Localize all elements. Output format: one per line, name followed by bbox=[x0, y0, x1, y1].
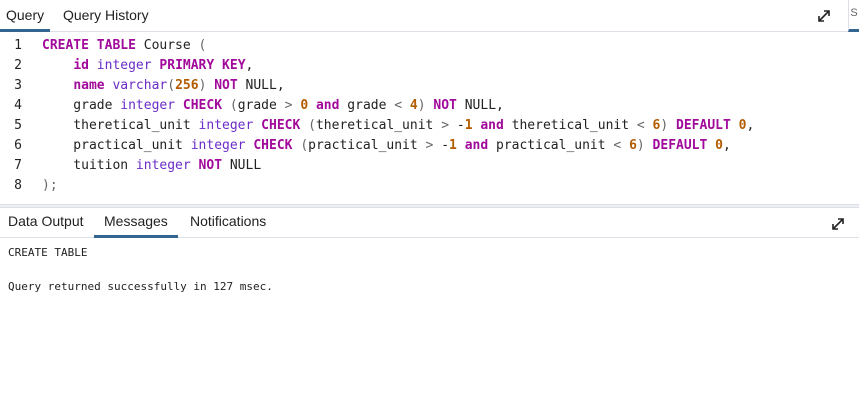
expand-icon[interactable] bbox=[815, 7, 833, 25]
line-number: 8 bbox=[14, 178, 22, 193]
code-line: id integer PRIMARY KEY, bbox=[73, 58, 254, 73]
tab-query[interactable]: Query bbox=[0, 0, 51, 32]
messages-output: CREATE TABLE Query returned successfully… bbox=[8, 244, 859, 295]
tab-messages[interactable]: Messages bbox=[94, 208, 178, 238]
message-line: CREATE TABLE bbox=[8, 246, 88, 259]
message-line: Query returned successfully in 127 msec. bbox=[8, 280, 273, 293]
line-number: 1 bbox=[14, 38, 22, 53]
expand-icon[interactable] bbox=[829, 215, 847, 233]
line-number: 7 bbox=[14, 158, 22, 173]
code-line: grade integer CHECK (grade > 0 and grade… bbox=[42, 98, 504, 113]
tab-query-history[interactable]: Query History bbox=[56, 0, 156, 32]
code-line: theretical_unit integer CHECK (theretica… bbox=[42, 118, 755, 133]
code-line: CREATE TABLE Course ( bbox=[42, 38, 207, 53]
tab-data-output[interactable]: Data Output bbox=[0, 208, 92, 238]
line-number: 2 bbox=[14, 58, 22, 73]
message-line bbox=[8, 261, 859, 278]
query-tabbar: Query Query History S bbox=[0, 0, 859, 32]
results-tabbar: Data Output Messages Notifications bbox=[0, 208, 859, 238]
tab-notifications[interactable]: Notifications bbox=[180, 208, 276, 238]
line-number-gutter: 1 2 3 4 5 6 7 8 bbox=[0, 32, 32, 204]
code-line: tuition integer NOT NULL bbox=[42, 158, 262, 173]
line-number: 3 bbox=[14, 78, 22, 93]
line-number: 6 bbox=[14, 138, 22, 153]
code-line: name varchar(256) NOT NULL, bbox=[73, 78, 285, 93]
code-line: ); bbox=[42, 178, 58, 193]
line-number: 5 bbox=[14, 118, 22, 133]
line-number: 4 bbox=[14, 98, 22, 113]
side-panel-tab[interactable]: S bbox=[848, 0, 859, 32]
sql-editor[interactable]: 1 2 3 4 5 6 7 8 CREATE TABLE Course ( id… bbox=[0, 32, 859, 204]
code-content[interactable]: CREATE TABLE Course ( id integer PRIMARY… bbox=[42, 36, 859, 196]
code-line: practical_unit integer CHECK (practical_… bbox=[42, 138, 731, 153]
